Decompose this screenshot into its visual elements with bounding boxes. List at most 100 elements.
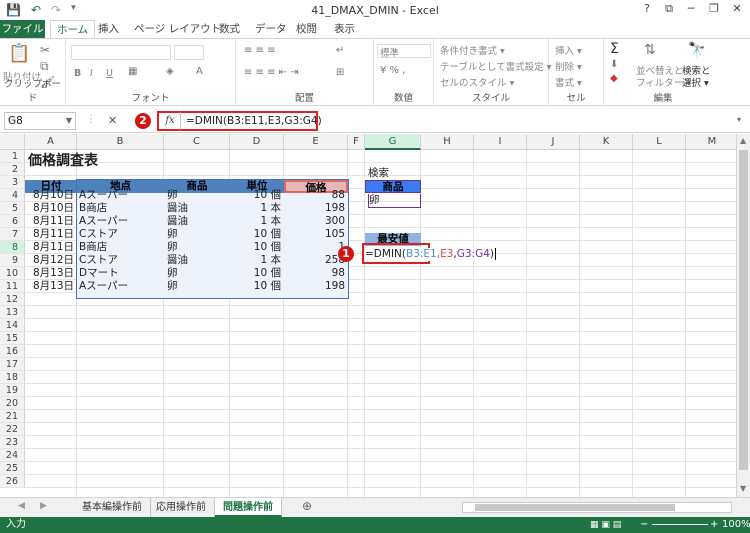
row-header-13[interactable]: 13 <box>0 306 25 319</box>
expand-formula-bar-icon[interactable]: ▾ <box>737 115 741 124</box>
row-header-8[interactable]: 8 <box>0 241 25 254</box>
cancel-icon[interactable]: ✕ <box>108 114 117 127</box>
insert-cells-button[interactable]: 挿入 ▾ <box>555 43 582 57</box>
format-as-table-button[interactable]: テーブルとして書式設定 ▾ <box>440 59 551 73</box>
conditional-formatting-button[interactable]: 条件付き書式 ▾ <box>440 43 505 57</box>
row-header-15[interactable]: 15 <box>0 332 25 345</box>
table-cell-location[interactable]: Aスーパー <box>77 189 164 202</box>
scroll-down-icon[interactable]: ▼ <box>740 484 746 493</box>
copy-icon[interactable]: ⧉ <box>40 59 49 74</box>
row-header-18[interactable]: 18 <box>0 371 25 384</box>
table-cell-location[interactable]: Cストア <box>77 228 164 241</box>
border-icon[interactable]: ▦ <box>128 66 137 77</box>
format-cells-button[interactable]: 書式 ▾ <box>555 75 582 89</box>
clear-icon[interactable]: ◆ <box>610 73 618 84</box>
sheet-tab-problem[interactable]: 問題操作前 <box>215 498 282 517</box>
tab-view[interactable]: 表示 <box>328 20 361 39</box>
row-header-23[interactable]: 23 <box>0 436 25 449</box>
row-header-1[interactable]: 1 <box>0 150 25 163</box>
row-header-16[interactable]: 16 <box>0 345 25 358</box>
row-header-2[interactable]: 2 <box>0 163 25 176</box>
align-left-icon[interactable]: ≡ ≡ ≡ ⇤ ⇥ <box>244 67 299 78</box>
ribbon-display-options-button[interactable]: ⧉ <box>658 2 680 16</box>
tab-home[interactable]: ホーム <box>50 20 96 39</box>
criteria-value[interactable]: 卵 <box>368 194 421 208</box>
zoom-in-icon[interactable]: + <box>710 517 718 533</box>
table-cell-date[interactable]: 8月13日 <box>25 280 77 293</box>
row-header-22[interactable]: 22 <box>0 423 25 436</box>
criteria-header[interactable]: 商品 <box>365 180 421 193</box>
column-header-l[interactable]: L <box>633 134 686 150</box>
table-cell-location[interactable]: Cストア <box>77 254 164 267</box>
cell-styles-button[interactable]: セルのスタイル ▾ <box>440 75 514 89</box>
table-cell-unit[interactable]: 10 個 <box>230 241 284 254</box>
row-header-20[interactable]: 20 <box>0 397 25 410</box>
wrap-text-icon[interactable]: ↵ <box>336 45 344 56</box>
zoom-level[interactable]: 100% <box>722 517 750 533</box>
table-cell-unit[interactable]: 1 本 <box>230 215 284 228</box>
table-cell-date[interactable]: 8月11日 <box>25 228 77 241</box>
column-header-d[interactable]: D <box>230 134 284 150</box>
zoom-out-icon[interactable]: − <box>640 517 648 533</box>
column-header-j[interactable]: J <box>527 134 580 150</box>
bold-button[interactable]: B <box>74 68 81 79</box>
table-cell-price[interactable]: 198 <box>284 280 348 293</box>
table-cell-product[interactable]: 卵 <box>164 280 230 293</box>
row-header-3[interactable]: 3 <box>0 176 25 189</box>
column-header-f[interactable]: F <box>348 134 365 150</box>
worksheet-grid[interactable]: ABCDEFGHIJKLM 1 2 3 4 5 6 7 8 9 10 11 12 13 14 15 16 17 1… <box>0 134 736 497</box>
tab-formulas[interactable]: 数式 <box>213 20 246 39</box>
row-header-5[interactable]: 5 <box>0 202 25 215</box>
column-header-e[interactable]: E <box>284 134 348 150</box>
cell-g8-editing[interactable]: =DMIN(B3:E1,E3,G3:G4) <box>365 248 497 261</box>
row-header-4[interactable]: 4 <box>0 189 25 202</box>
row-header-24[interactable]: 24 <box>0 449 25 462</box>
delete-cells-button[interactable]: 削除 ▾ <box>555 59 582 73</box>
font-name-dropdown[interactable] <box>71 45 171 60</box>
close-button[interactable]: ✕ <box>726 2 748 15</box>
scroll-up-icon[interactable]: ▲ <box>740 136 746 145</box>
table-cell-unit[interactable]: 1 本 <box>230 254 284 267</box>
chevron-down-icon[interactable]: ▼ <box>66 113 72 129</box>
tab-review[interactable]: 校閲 <box>290 20 323 39</box>
table-cell-unit[interactable]: 10 個 <box>230 189 284 202</box>
row-header-6[interactable]: 6 <box>0 215 25 228</box>
row-header-26[interactable]: 26 <box>0 475 25 488</box>
fill-icon[interactable]: ⬇ <box>610 59 618 70</box>
column-header-i[interactable]: I <box>474 134 527 150</box>
sheet-tab-basic[interactable]: 基本編操作前 <box>74 498 151 517</box>
help-button[interactable]: ? <box>636 2 658 15</box>
row-header-11[interactable]: 11 <box>0 280 25 293</box>
row-header-21[interactable]: 21 <box>0 410 25 423</box>
table-cell-date[interactable]: 8月13日 <box>25 267 77 280</box>
restore-button[interactable]: ❐ <box>703 2 725 15</box>
table-cell-date[interactable]: 8月11日 <box>25 215 77 228</box>
table-cell-price[interactable]: 198 <box>284 202 348 215</box>
table-cell-date[interactable]: 8月10日 <box>25 189 77 202</box>
align-top-icon[interactable]: ≡ ≡ ≡ <box>244 45 276 56</box>
tab-file[interactable]: ファイル <box>0 20 45 39</box>
row-header-19[interactable]: 19 <box>0 384 25 397</box>
table-cell-product[interactable]: 醤油 <box>164 202 230 215</box>
select-all-corner[interactable] <box>0 134 25 150</box>
column-header-b[interactable]: B <box>77 134 164 150</box>
table-cell-location[interactable]: B商店 <box>77 241 164 254</box>
horizontal-scrollbar[interactable] <box>462 502 732 513</box>
table-cell-product[interactable]: 卵 <box>164 267 230 280</box>
horizontal-scroll-thumb[interactable] <box>475 504 675 511</box>
table-cell-date[interactable]: 8月10日 <box>25 202 77 215</box>
table-cell-product[interactable]: 卵 <box>164 228 230 241</box>
font-size-dropdown[interactable] <box>174 45 204 60</box>
column-header-a[interactable]: A <box>25 134 77 150</box>
row-header-17[interactable]: 17 <box>0 358 25 371</box>
row-header-14[interactable]: 14 <box>0 319 25 332</box>
table-cell-product[interactable]: 醤油 <box>164 254 230 267</box>
table-cell-location[interactable]: Dマート <box>77 267 164 280</box>
font-color-icon[interactable]: A <box>196 66 203 77</box>
table-cell-date[interactable]: 8月12日 <box>25 254 77 267</box>
merge-center-icon[interactable]: ⊞ <box>336 67 344 78</box>
find-select-icon[interactable]: 🔭 <box>688 42 705 58</box>
underline-button[interactable]: U <box>106 68 113 79</box>
fill-color-icon[interactable]: ◈ <box>166 66 174 77</box>
table-cell-unit[interactable]: 10 個 <box>230 280 284 293</box>
